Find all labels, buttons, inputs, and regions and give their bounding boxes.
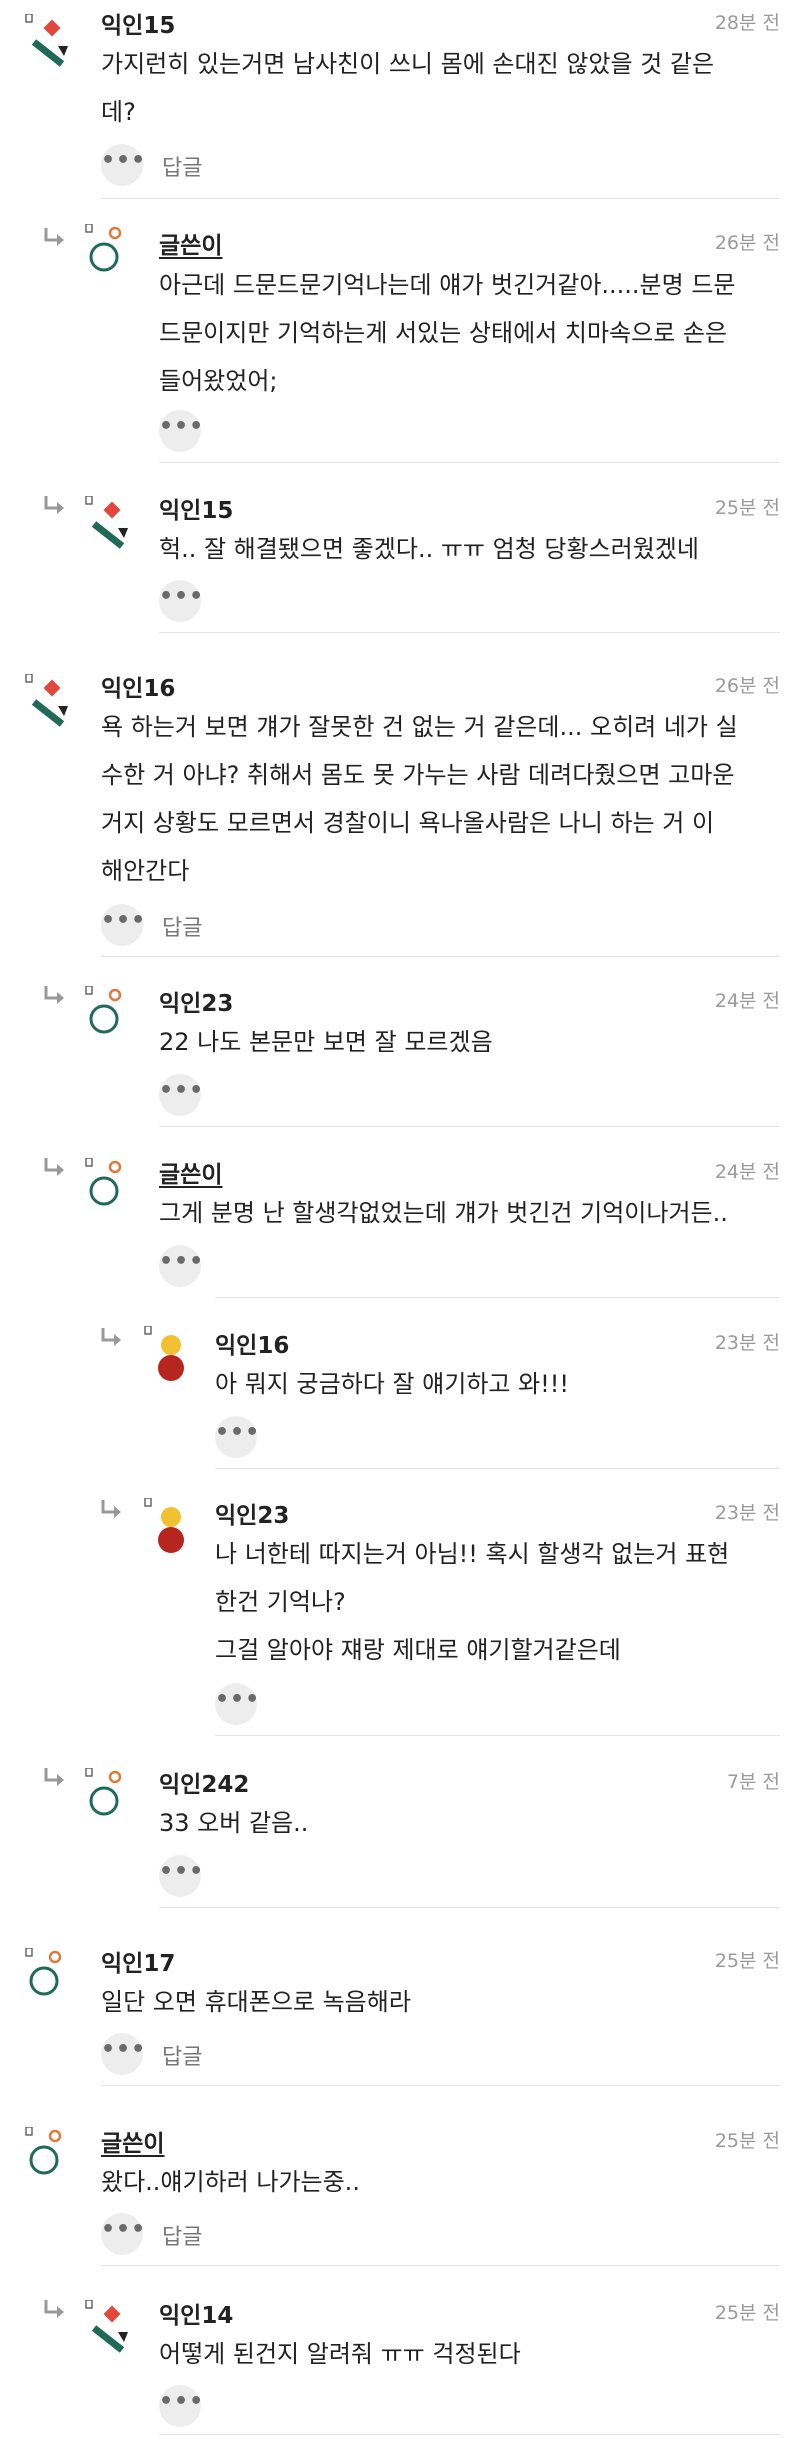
divider xyxy=(215,1468,780,1469)
more-options-button[interactable]: ••• xyxy=(159,1855,203,1897)
comment-author[interactable]: 익인16 xyxy=(215,1326,289,1360)
comment-time: 28분 전 xyxy=(714,12,780,34)
comment-time: 7분 전 xyxy=(726,1771,780,1793)
reply-button[interactable]: 답글 xyxy=(162,910,202,942)
more-options-button[interactable]: ••• xyxy=(159,1245,203,1287)
comment-text: 일단 오면 휴대폰으로 녹음해라 xyxy=(101,1988,411,2016)
comment-author[interactable]: 익인15 xyxy=(159,491,233,525)
comment-text: 22 나도 본문만 보면 잘 모르겠음 xyxy=(159,1028,493,1056)
more-options-button[interactable]: ••• xyxy=(215,1416,259,1458)
comment-author[interactable]: 글쓴이 xyxy=(101,2124,164,2158)
divider xyxy=(101,198,780,199)
comment-author[interactable]: 익인23 xyxy=(159,984,233,1018)
comment-text: 33 오버 같음.. xyxy=(159,1809,309,1837)
avatar-diamond-icon xyxy=(24,674,80,730)
comment-author[interactable]: 익인17 xyxy=(101,1944,175,1978)
reply-arrow-icon xyxy=(44,2298,66,2320)
divider xyxy=(101,956,780,957)
comment-text: 나 너한테 따지는거 아님!! 혹시 할생각 없는거 표현 한건 기억나? 그걸… xyxy=(215,1540,730,1664)
comment-author[interactable]: 익인23 xyxy=(215,1496,289,1530)
divider xyxy=(159,1126,780,1127)
reply-arrow-icon xyxy=(101,1498,123,1520)
reply-arrow-icon xyxy=(101,1326,123,1348)
more-options-button[interactable]: ••• xyxy=(159,410,203,452)
divider xyxy=(159,632,780,633)
comment-author[interactable]: 익인242 xyxy=(159,1765,249,1799)
comment-text: 욕 하는거 보면 걔가 잘못한 건 없는 거 같은데... 오히려 네가 실 수… xyxy=(101,713,738,885)
more-options-button[interactable]: ••• xyxy=(101,904,145,946)
avatar-person-icon xyxy=(144,1326,185,1382)
divider xyxy=(101,2085,780,2086)
comment-time: 24분 전 xyxy=(714,990,780,1012)
avatar-circle-icon xyxy=(84,1158,122,1206)
reply-arrow-icon xyxy=(44,494,66,516)
comment-time: 25분 전 xyxy=(714,2302,780,2324)
more-options-button[interactable]: ••• xyxy=(159,1074,203,1116)
avatar-diamond-icon xyxy=(24,14,80,70)
reply-arrow-icon xyxy=(44,1156,66,1178)
reply-arrow-icon xyxy=(44,984,66,1006)
avatar-circle-icon xyxy=(84,986,122,1034)
comment-text: 아근데 드문드문기억나는데 얘가 벗긴거같아.....분명 드문 드문이지만 기… xyxy=(159,271,736,395)
comment-text: 가지런히 있는거면 남사친이 쓰니 몸에 손대진 않았을 것 같은 데? xyxy=(101,50,715,126)
more-options-button[interactable]: ••• xyxy=(101,144,145,186)
comment-author[interactable]: 익인14 xyxy=(159,2296,233,2330)
comment-text: 왔다..얘기하러 나가는중.. xyxy=(101,2168,360,2196)
avatar-diamond-icon xyxy=(84,496,140,552)
reply-button[interactable]: 답글 xyxy=(162,2039,202,2071)
comment-time: 24분 전 xyxy=(714,1161,780,1183)
comment-time: 25분 전 xyxy=(714,1950,780,1972)
comment-author[interactable]: 익인15 xyxy=(101,6,175,40)
more-options-button[interactable]: ••• xyxy=(101,2033,145,2075)
more-options-button[interactable]: ••• xyxy=(159,580,203,622)
comment-text: 그게 분명 난 할생각없었는데 걔가 벗긴건 기억이나거든.. xyxy=(159,1199,728,1227)
comment-text: 아 뭐지 궁금하다 잘 얘기하고 와!!! xyxy=(215,1370,570,1398)
comment-time: 26분 전 xyxy=(714,675,780,697)
comment-author[interactable]: 글쓴이 xyxy=(159,226,222,260)
comment-time: 23분 전 xyxy=(714,1332,780,1354)
divider xyxy=(159,462,780,463)
comment-time: 25분 전 xyxy=(714,497,780,519)
divider xyxy=(215,1735,780,1736)
comment-time: 26분 전 xyxy=(714,232,780,254)
reply-button[interactable]: 답글 xyxy=(162,150,202,182)
reply-button[interactable]: 답글 xyxy=(162,2219,202,2251)
comment-time: 23분 전 xyxy=(714,1502,780,1524)
divider xyxy=(215,1297,780,1298)
avatar-circle-icon xyxy=(84,224,122,272)
more-options-button[interactable]: ••• xyxy=(215,1683,259,1725)
more-options-button[interactable]: ••• xyxy=(159,2385,203,2427)
divider xyxy=(159,2434,780,2435)
divider xyxy=(101,2265,780,2266)
avatar-circle-icon xyxy=(84,1768,122,1816)
comment-text: 헉.. 잘 해결됐으면 좋겠다.. ㅠㅠ 엄청 당황스러웠겠네 xyxy=(159,535,699,563)
comment-text: 어떻게 된건지 알려줘 ㅠㅠ 걱정된다 xyxy=(159,2340,521,2368)
comment-author[interactable]: 익인16 xyxy=(101,669,175,703)
reply-arrow-icon xyxy=(44,226,66,248)
divider xyxy=(159,1907,780,1908)
reply-arrow-icon xyxy=(44,1766,66,1788)
comment-time: 25분 전 xyxy=(714,2130,780,2152)
comment-author[interactable]: 글쓴이 xyxy=(159,1155,222,1189)
avatar-circle-icon xyxy=(24,2127,62,2175)
avatar-circle-icon xyxy=(24,1948,62,1996)
more-options-button[interactable]: ••• xyxy=(101,2213,145,2255)
avatar-diamond-icon xyxy=(84,2300,140,2356)
avatar-person-icon xyxy=(144,1498,185,1554)
